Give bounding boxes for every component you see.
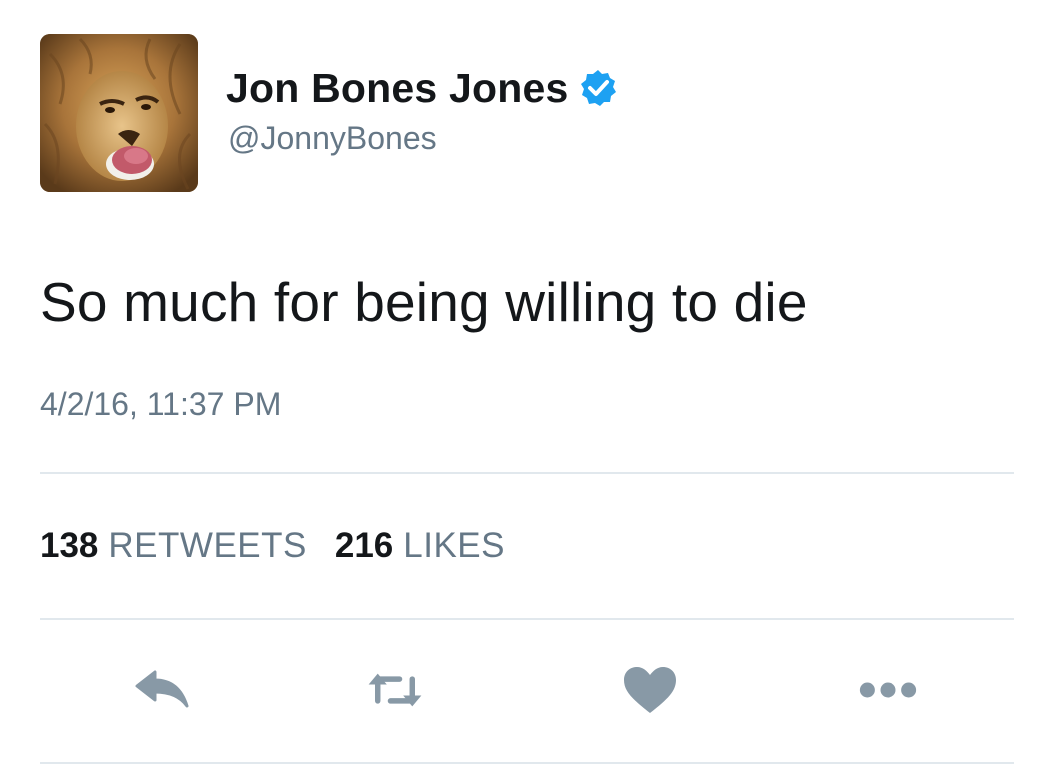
lion-avatar-icon — [40, 34, 198, 192]
retweets-count: 138 — [40, 526, 99, 565]
reply-button[interactable] — [133, 660, 193, 720]
avatar[interactable] — [40, 34, 198, 192]
divider — [40, 618, 1014, 620]
retweets-stat[interactable]: 138 RETWEETS — [40, 526, 307, 566]
more-button[interactable] — [858, 660, 918, 720]
retweets-label: RETWEETS — [108, 526, 307, 565]
tweet-timestamp: 4/2/16, 11:37 PM — [40, 386, 282, 422]
likes-count: 216 — [334, 526, 394, 565]
author-name-row[interactable]: Jon Bones Jones — [226, 62, 618, 114]
more-icon — [859, 682, 917, 698]
reply-icon — [135, 670, 189, 708]
like-button[interactable] — [620, 660, 680, 720]
heart-icon — [624, 667, 676, 713]
tweet-stats: 138 RETWEETS 216 LIKES — [40, 526, 533, 566]
display-name[interactable]: Jon Bones Jones — [226, 65, 568, 112]
verified-badge-icon — [578, 68, 618, 108]
retweet-icon — [368, 673, 422, 707]
retweet-button[interactable] — [365, 660, 425, 720]
tweet-text: So much for being willing to die — [40, 271, 808, 333]
divider — [40, 472, 1014, 474]
author-handle[interactable]: @JonnyBones — [228, 120, 437, 157]
likes-label: LIKES — [403, 526, 505, 565]
likes-stat[interactable]: 216 LIKES — [335, 526, 505, 566]
tweet-detail: Jon Bones Jones @JonnyBones So much for … — [0, 0, 1052, 768]
tweet-actions — [0, 660, 1052, 720]
divider — [40, 762, 1014, 764]
